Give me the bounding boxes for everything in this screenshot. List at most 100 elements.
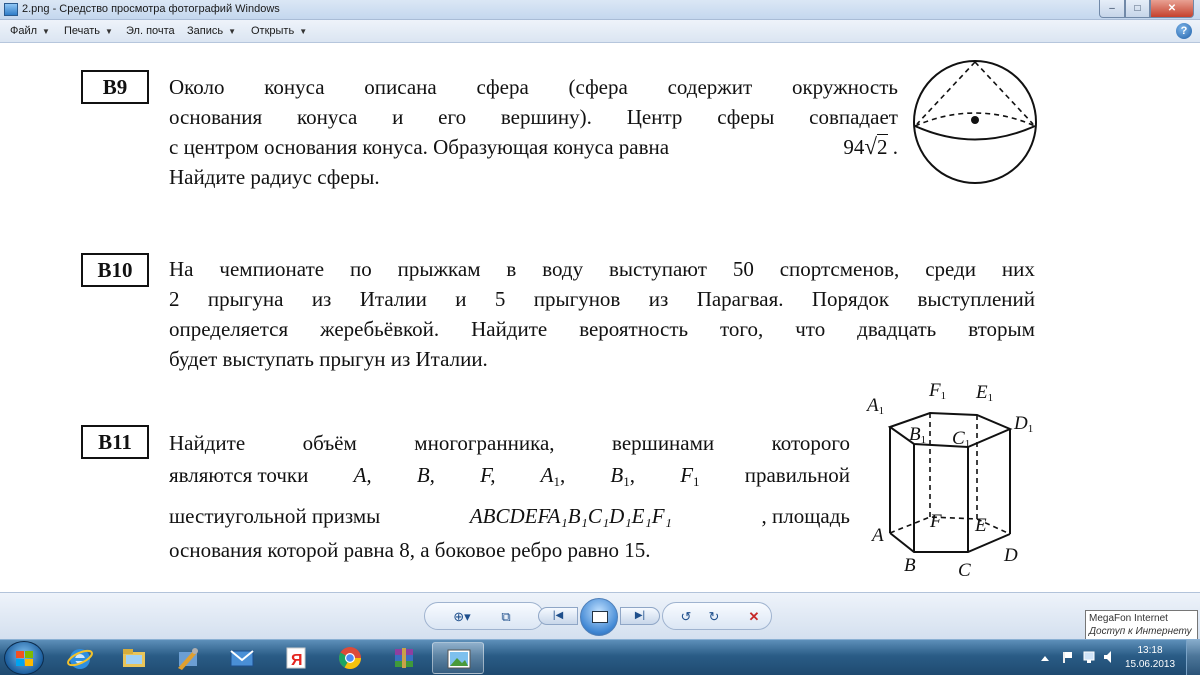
menu-file[interactable]: Файл ▼ xyxy=(10,25,50,37)
menu-burn[interactable]: Запись ▼ xyxy=(187,25,236,37)
point-f: F, xyxy=(480,463,496,487)
sqrt-sign: √ xyxy=(864,134,877,159)
bottom-face-front xyxy=(889,532,1011,553)
actual-size-button[interactable]: ⧉ xyxy=(495,607,517,627)
taskbar-tool[interactable] xyxy=(162,642,214,674)
window-controls: – □ ✕ xyxy=(1099,0,1194,18)
start-button[interactable] xyxy=(4,641,44,675)
label-b: B xyxy=(904,555,916,576)
arrow-up-icon[interactable] xyxy=(1040,653,1050,663)
taskbar-internet-explorer[interactable] xyxy=(54,642,106,674)
internet-explorer-icon xyxy=(67,649,93,669)
text-line-part: , площадь xyxy=(761,504,850,528)
text-line-part: шестиугольной призмы xyxy=(169,504,381,528)
text-line: Найдите радиус сферы. xyxy=(169,165,380,189)
close-button[interactable]: ✕ xyxy=(1150,0,1194,18)
taskbar-explorer[interactable] xyxy=(108,642,160,674)
point-a: A, xyxy=(353,463,372,487)
menu-email[interactable]: Эл. почта xyxy=(126,25,175,37)
point-b1: B1, xyxy=(610,463,635,489)
clock-date: 15.06.2013 xyxy=(1124,659,1176,670)
delete-button[interactable]: ✕ xyxy=(743,607,765,627)
yandex-icon: Я xyxy=(286,647,306,669)
problem-text-b11: Найдите объём многогранника, вершинами котор… xyxy=(169,428,850,565)
text-line: шестиугольной призмы ABCDEFA₁B₁C₁D₁E₁F₁ … xyxy=(169,501,850,531)
problem-label-b9: B9 xyxy=(81,70,149,104)
label-e: E xyxy=(975,515,987,536)
text-line: основания которой равна 8, а боковое реб… xyxy=(169,538,651,562)
windows-logo-icon xyxy=(16,651,34,667)
point-f1: F1 xyxy=(680,463,700,489)
text-line-part: с центром основания конуса. Образующая к… xyxy=(169,135,670,159)
text-line: Около конуса описана сфера (сфера содержит окр… xyxy=(169,75,898,99)
formula-tail: . xyxy=(892,135,898,159)
formula: 94√2 . xyxy=(843,132,898,162)
formula-radicand: 2 xyxy=(877,134,888,159)
tooltip-status: Доступ к Интернету xyxy=(1089,626,1192,637)
taskbar-photo-viewer[interactable] xyxy=(432,642,484,674)
problem-label-b10: B10 xyxy=(81,253,149,287)
problem-text-b9: Около конуса описана сфера (сфера содержит окр… xyxy=(169,72,898,192)
winrar-icon xyxy=(395,648,413,668)
prism-name: ABCDEFA₁B₁C₁D₁E₁F₁ xyxy=(469,504,672,528)
network-icon[interactable] xyxy=(1082,650,1096,664)
point-b: B, xyxy=(416,463,435,487)
zoom-button[interactable]: ⊕▾ xyxy=(447,607,477,627)
label-c: C xyxy=(958,560,971,581)
sphere-center-point xyxy=(971,116,979,124)
tool-icon xyxy=(178,648,198,670)
window-title: 2.png - Средство просмотра фотографий Wi… xyxy=(22,3,280,15)
text-line: Найдите объём многогранника, вершинами котор… xyxy=(169,431,850,455)
text-line: будет выступать прыгун из Италии. xyxy=(169,347,488,371)
folder-icon xyxy=(123,649,145,667)
photo-viewer-icon xyxy=(4,3,18,16)
rotate-cw-button[interactable]: ↻ xyxy=(703,607,725,627)
slideshow-icon xyxy=(592,611,608,623)
label-c1: C1 xyxy=(952,428,971,450)
clock[interactable]: 13:18 15.06.2013 xyxy=(1121,644,1179,672)
rotate-ccw-button[interactable]: ↺ xyxy=(675,607,697,627)
text-line-part: правильной xyxy=(744,463,850,487)
point-a1: A1, xyxy=(540,463,566,489)
text-line: определяется жеребьёвкой. Найдите вероятнос… xyxy=(169,317,1035,341)
mail-icon xyxy=(230,650,254,667)
taskbar-yandex[interactable]: Я xyxy=(270,642,322,674)
help-icon[interactable]: ? xyxy=(1176,23,1192,39)
minimize-button[interactable]: – xyxy=(1099,0,1125,18)
label-f1: F1 xyxy=(929,380,947,402)
menu-open[interactable]: Открыть ▼ xyxy=(251,25,307,37)
label-a: A xyxy=(872,525,884,546)
viewer-toolbar: ⊕▾ ⧉ |◀ ▶| ↺ ↻ ✕ xyxy=(0,592,1200,639)
zoom-group: ⊕▾ ⧉ xyxy=(424,602,544,630)
next-button[interactable]: ▶| xyxy=(620,607,660,625)
network-tooltip: MegaFon Internet Доступ к Интернету xyxy=(1085,610,1198,640)
image-canvas[interactable]: B9 Около конуса описана сфера (сфера содержит… xyxy=(0,44,1200,592)
slideshow-button[interactable] xyxy=(580,598,618,636)
tooltip-title: MegaFon Internet xyxy=(1089,613,1168,624)
hexagonal-prism-figure xyxy=(887,411,1013,553)
cone-generatrix-right xyxy=(974,61,1034,125)
volume-icon[interactable] xyxy=(1102,650,1116,664)
base-ellipse-front xyxy=(914,125,1036,141)
previous-button[interactable]: |◀ xyxy=(538,607,578,625)
flag-icon[interactable] xyxy=(1060,650,1074,664)
maximize-button[interactable]: □ xyxy=(1125,0,1150,18)
top-face xyxy=(887,411,1013,449)
formula-number: 94 xyxy=(843,135,865,159)
cone-generatrix-left xyxy=(916,61,976,125)
menu-print[interactable]: Печать ▼ xyxy=(64,25,113,37)
taskbar-chrome[interactable] xyxy=(324,642,376,674)
menu-bar: Файл ▼ Печать ▼ Эл. почта Запись ▼ Открыть ▼… xyxy=(0,20,1200,43)
label-f: F xyxy=(930,511,942,532)
title-bar[interactable]: 2.png - Средство просмотра фотографий Wi… xyxy=(0,0,1200,20)
label-d1: D1 xyxy=(1014,413,1034,435)
taskbar-mail[interactable] xyxy=(216,642,268,674)
svg-text:Я: Я xyxy=(291,652,303,669)
text-line: 2 прыгуна из Италии и 5 прыгунов из Парагвая. Пор… xyxy=(169,287,1035,311)
taskbar-winrar[interactable] xyxy=(378,642,430,674)
chrome-icon xyxy=(339,647,361,669)
problem-label-b11: B11 xyxy=(81,425,149,459)
show-desktop-button[interactable] xyxy=(1186,640,1200,675)
text-line: основания конуса и его вершину). Центр сферы со… xyxy=(169,105,898,129)
text-line: На чемпионате по прыжкам в воду выступают 50 спо… xyxy=(169,257,1035,281)
